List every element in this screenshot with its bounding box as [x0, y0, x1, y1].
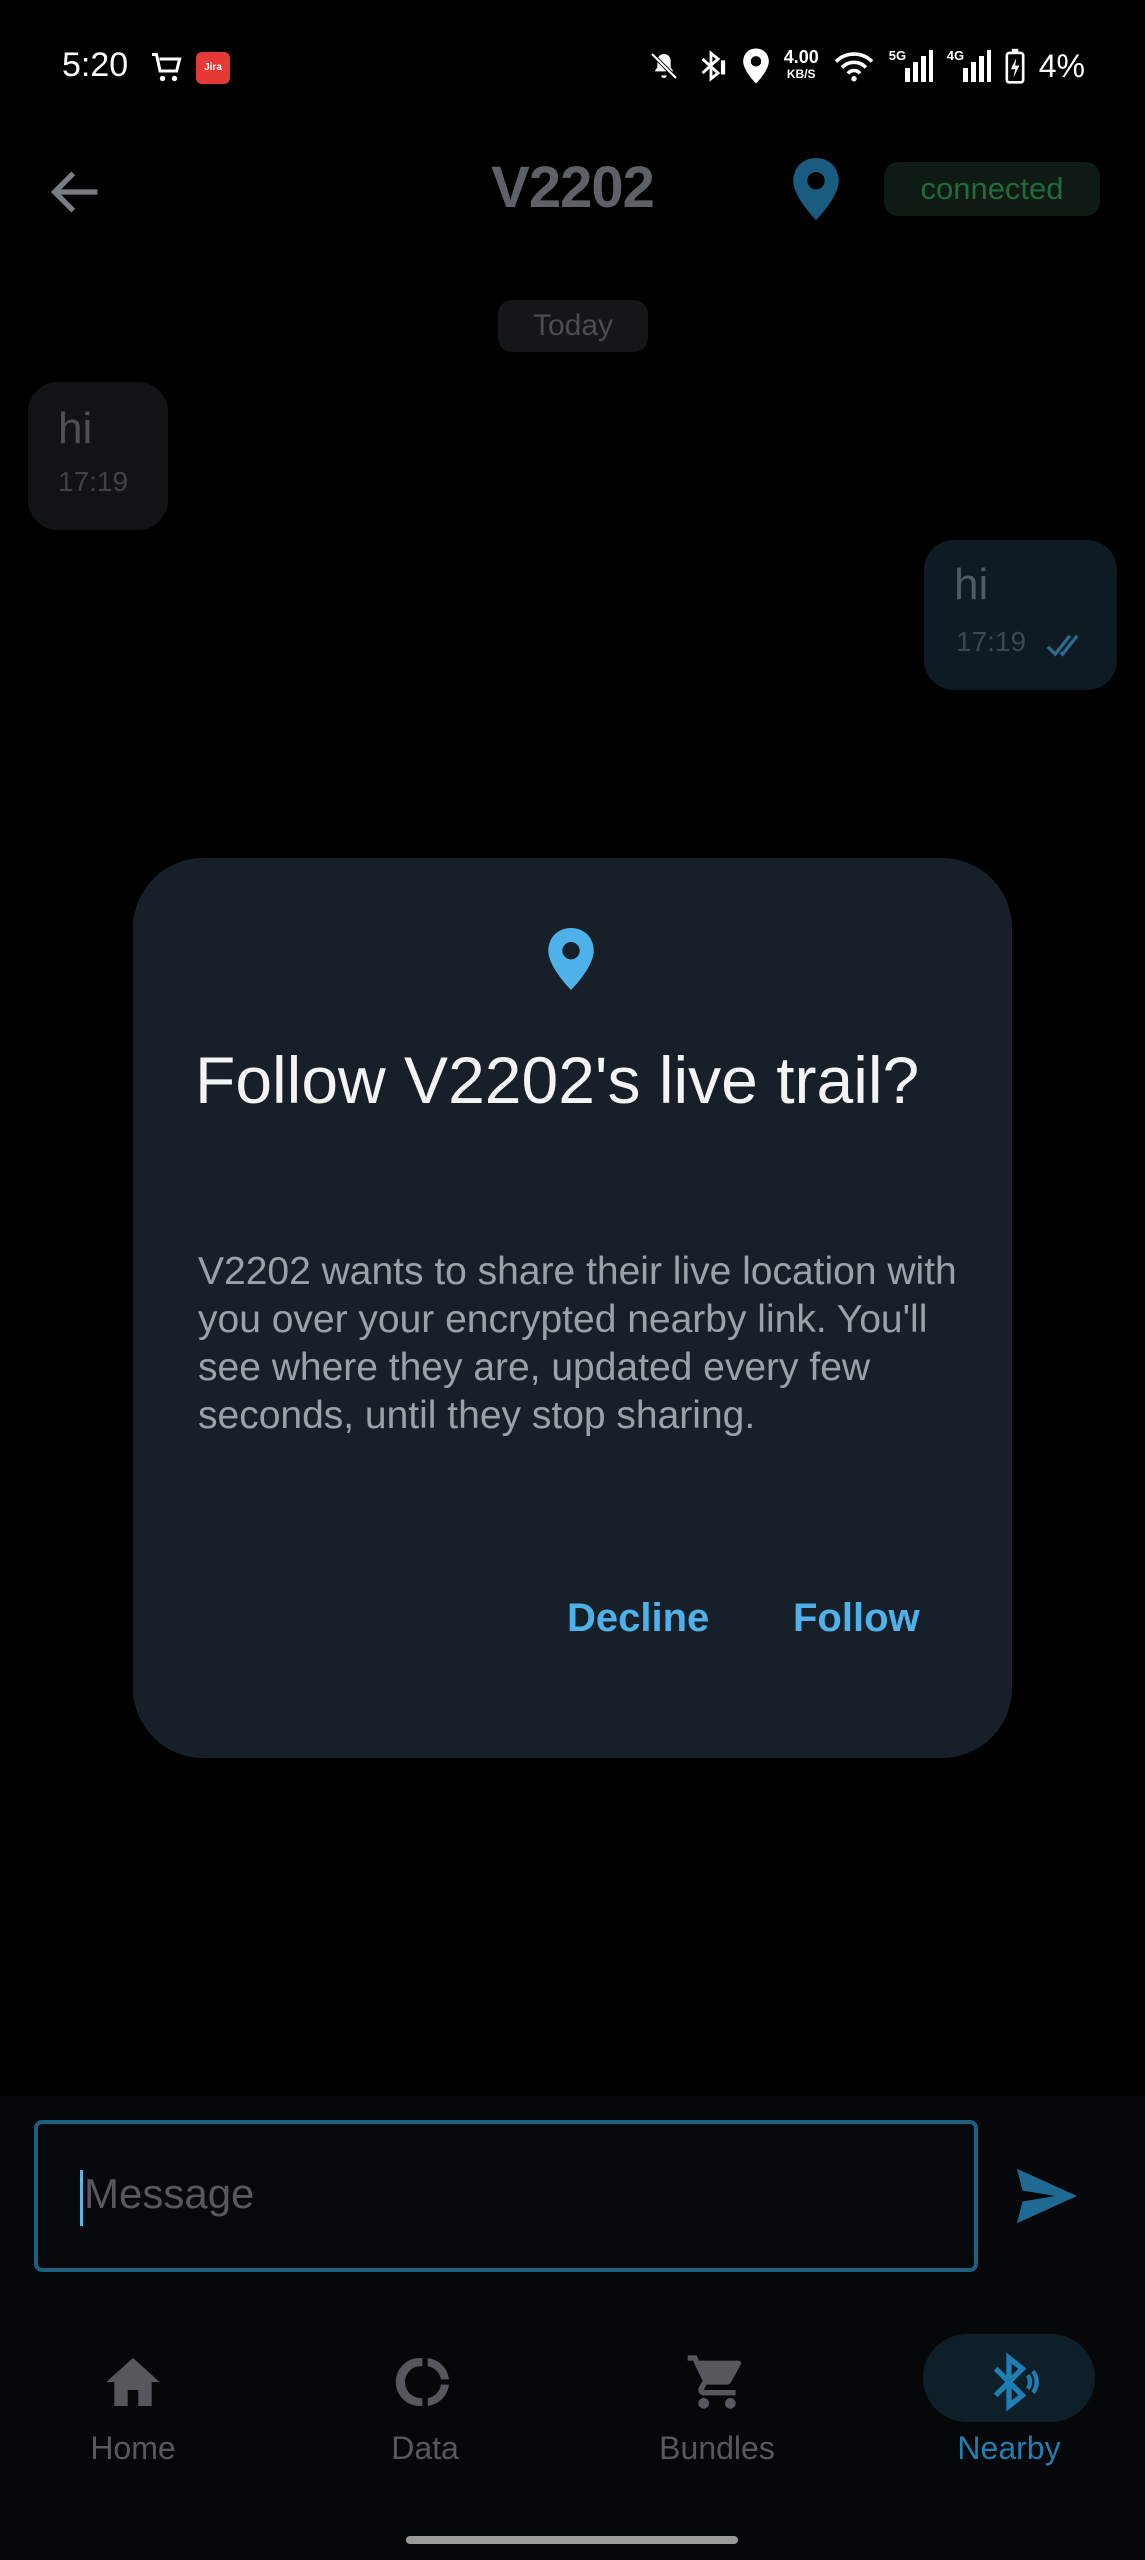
nav-label: Home [90, 2430, 176, 2466]
bluetooth-status-icon [701, 50, 725, 82]
dialog-body: V2202 wants to share their live location… [198, 1250, 957, 1437]
nav-label: Bundles [659, 2430, 775, 2466]
battery-charging-icon [1005, 48, 1025, 84]
message-text: hi [58, 404, 93, 453]
live-location-dialog: Follow V2202's live trail? V2202 wants t… [133, 858, 1012, 1758]
decline-button[interactable]: Decline [567, 1596, 709, 1641]
shopping-cart-icon [152, 53, 182, 82]
follow-button[interactable]: Follow [793, 1596, 920, 1641]
status-icons: 4.00 KB/S 5G 4G 4% [648, 44, 1085, 88]
bottom-navigation: Home Data Bundles Nearby [0, 2330, 1145, 2560]
data-ring-icon [395, 2358, 449, 2406]
jira-app-icon: Jira [196, 52, 230, 84]
date-divider: Today [498, 300, 648, 352]
message-bubble-outgoing[interactable]: hi 17:19 [924, 540, 1117, 690]
text-caret [80, 2170, 83, 2226]
dialog-title: Follow V2202's live trail? [195, 1043, 920, 1117]
nav-item-nearby[interactable]: Nearby [909, 2330, 1109, 2490]
battery-percent: 4% [1038, 47, 1085, 84]
message-bubble-incoming[interactable]: hi 17:19 [28, 382, 168, 530]
message-input[interactable]: Message [34, 2120, 978, 2272]
status-bar: 5:20 Jira 4.00 KB/S 5G 4G 4% [0, 0, 1145, 140]
send-icon[interactable] [1014, 2166, 1080, 2226]
nav-label: Nearby [957, 2430, 1061, 2466]
home-icon [106, 2358, 160, 2406]
message-text: hi [954, 560, 989, 609]
nav-label: Data [391, 2430, 459, 2466]
message-time: 17:19 [956, 626, 1027, 657]
message-placeholder: Message [84, 2170, 255, 2217]
nav-item-home[interactable]: Home [33, 2330, 233, 2490]
status-time: 5:20 [62, 46, 129, 84]
nav-item-bundles[interactable]: Bundles [617, 2330, 817, 2490]
gesture-bar[interactable] [406, 2536, 738, 2544]
signal-4g-icon: 4G [947, 48, 991, 84]
network-speed: 4.00 KB/S [783, 47, 819, 81]
connection-status-badge: connected [884, 162, 1100, 216]
message-time: 17:19 [58, 466, 129, 497]
bluetooth-icon [993, 2352, 1039, 2412]
location-pin-icon[interactable] [790, 158, 842, 220]
cart-icon [687, 2355, 742, 2409]
wifi-icon [834, 52, 874, 82]
read-receipt-icon [1046, 634, 1079, 657]
nav-item-data[interactable]: Data [325, 2330, 525, 2490]
chat-header: V2202 connected [0, 140, 1145, 240]
bell-off-icon [650, 52, 678, 80]
location-status-icon [742, 48, 769, 84]
message-composer: Message [0, 2096, 1145, 2330]
location-pin-icon [548, 928, 594, 990]
signal-5g-icon: 5G [889, 48, 933, 84]
